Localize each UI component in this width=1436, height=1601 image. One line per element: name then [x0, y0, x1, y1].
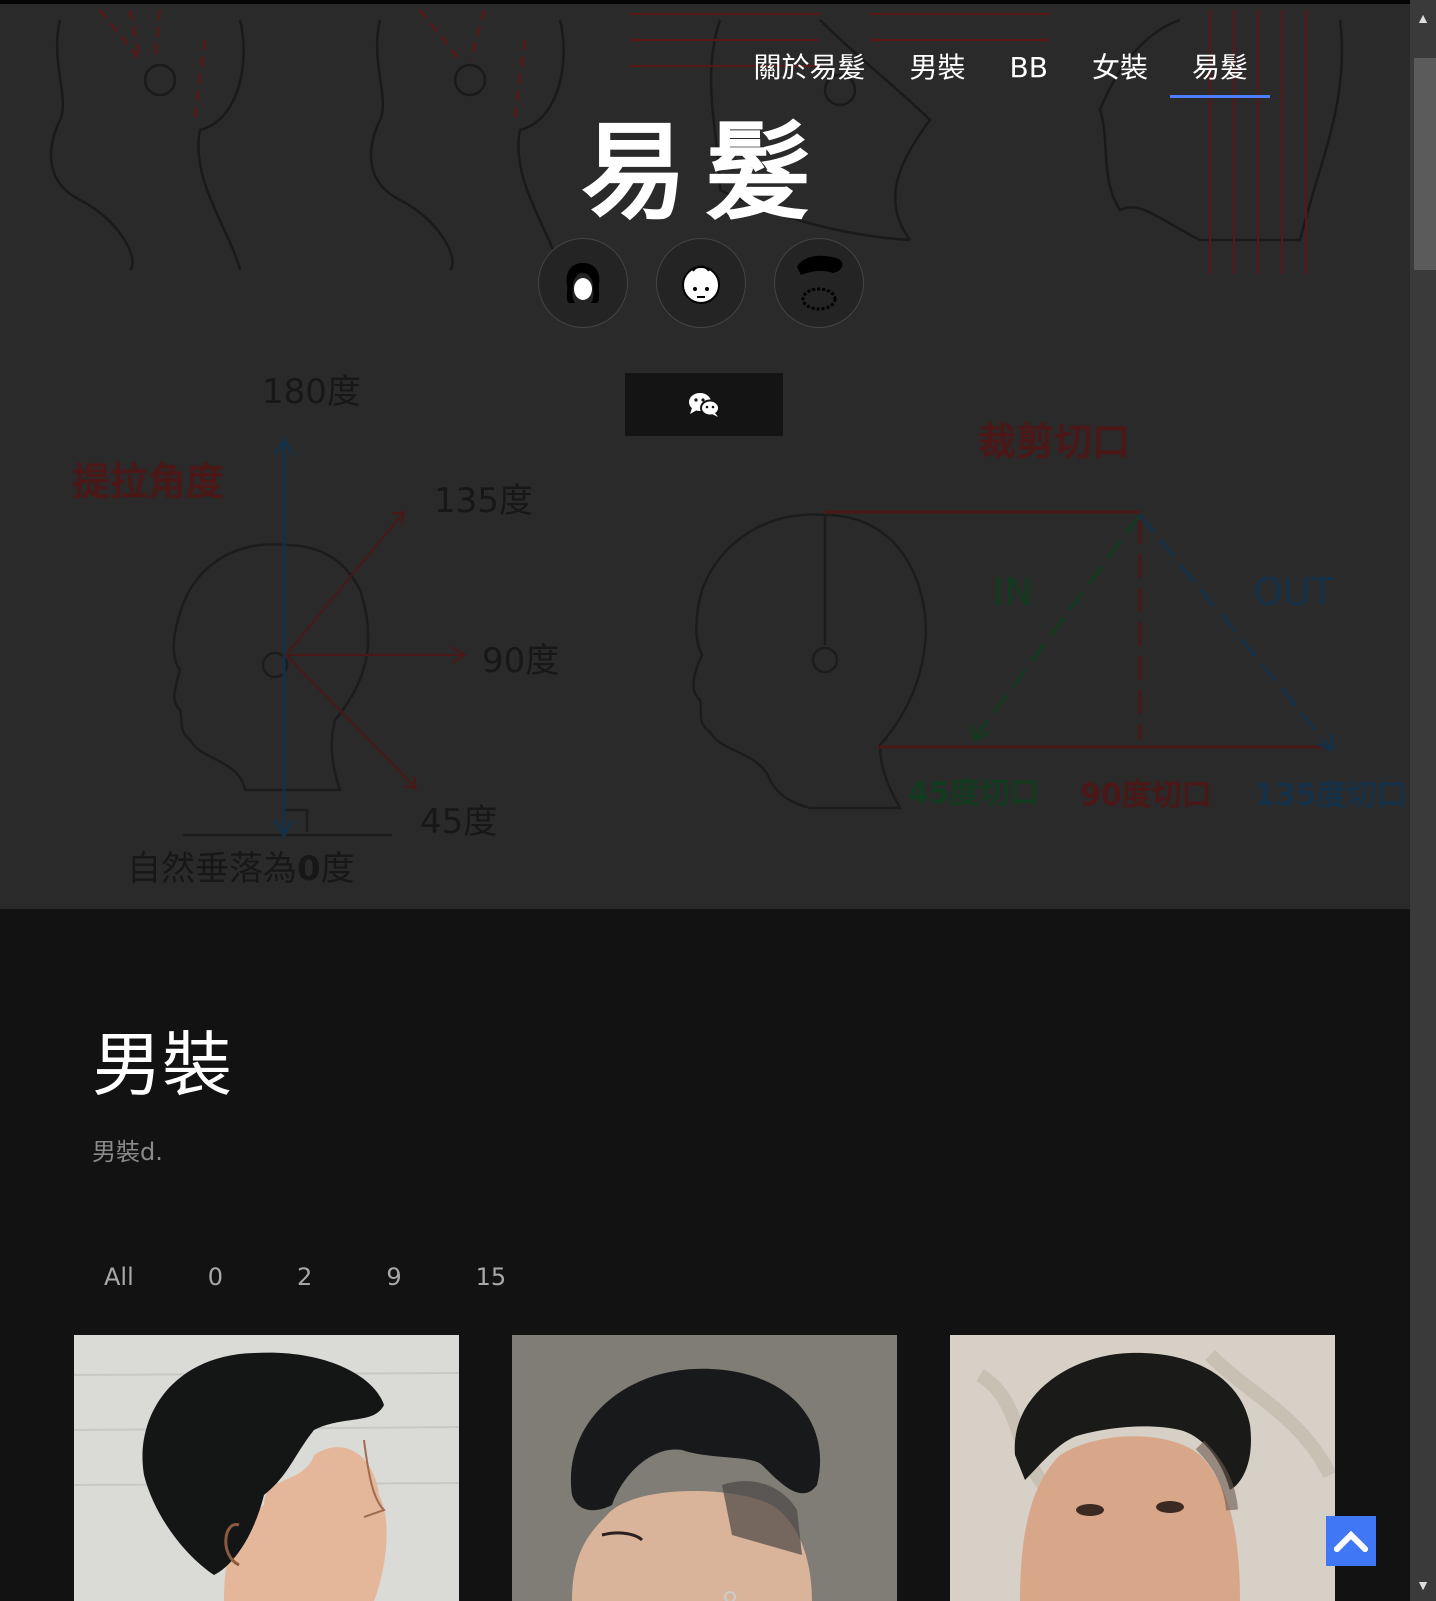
scroll-up-arrow-icon[interactable]: ▲: [1410, 6, 1436, 30]
haircut-photo: [512, 1335, 897, 1601]
site-title: 易髮: [581, 111, 829, 234]
cut-label: 45度切口: [908, 776, 1040, 811]
angle-label: 90度: [482, 641, 559, 681]
angle-label: 180度: [262, 372, 361, 412]
angle-label: 45度: [420, 802, 497, 842]
page-scrollbar[interactable]: ▲ ▼: [1410, 0, 1436, 1601]
cut-label: 90度切口: [1080, 778, 1212, 813]
left-diagram-title: 提拉角度: [72, 460, 224, 504]
cut-label: 135度切口: [1254, 778, 1407, 813]
top-border: [0, 0, 1410, 4]
portfolio-filters: All 0 2 9 15: [88, 1263, 564, 1291]
chevron-up-icon: [1334, 1530, 1368, 1552]
gallery-item[interactable]: [950, 1335, 1335, 1601]
haircut-gallery: [74, 1335, 1336, 1601]
hero-banner: 提拉角度 180度 135度 90度 45度 自然垂落為0度 裁剪切口 IN O…: [0, 0, 1410, 909]
category-icons: [538, 238, 864, 328]
section-title: 男裝: [92, 1024, 232, 1106]
filter-0[interactable]: 0: [192, 1263, 235, 1291]
scrollbar-thumb[interactable]: [1414, 58, 1436, 270]
woman-hair-icon[interactable]: [538, 238, 628, 328]
wechat-icon: [689, 392, 720, 417]
section-description: 男裝d.: [92, 1138, 163, 1166]
back-to-top-button[interactable]: [1326, 1516, 1376, 1566]
baby-face-icon[interactable]: [656, 238, 746, 328]
out-label: OUT: [1253, 570, 1335, 614]
man-beard-icon[interactable]: [774, 238, 864, 328]
right-diagram-title: 裁剪切口: [978, 420, 1130, 464]
haircut-photo: [74, 1335, 459, 1601]
wechat-button[interactable]: [625, 373, 783, 436]
filter-all[interactable]: All: [88, 1263, 146, 1291]
men-section: 男裝 男裝d. All 0 2 9 15: [0, 909, 1410, 1601]
scroll-down-arrow-icon[interactable]: ▼: [1410, 1573, 1436, 1597]
filter-2[interactable]: 2: [281, 1263, 324, 1291]
filter-15[interactable]: 15: [460, 1263, 519, 1291]
filter-9[interactable]: 9: [370, 1263, 413, 1291]
gallery-item[interactable]: [512, 1335, 897, 1601]
in-label: IN: [993, 570, 1033, 614]
gallery-item[interactable]: [74, 1335, 459, 1601]
angle-label: 135度: [434, 481, 533, 521]
haircut-photo: [950, 1335, 1335, 1601]
natural-fall-label: 自然垂落為0度: [127, 849, 355, 889]
